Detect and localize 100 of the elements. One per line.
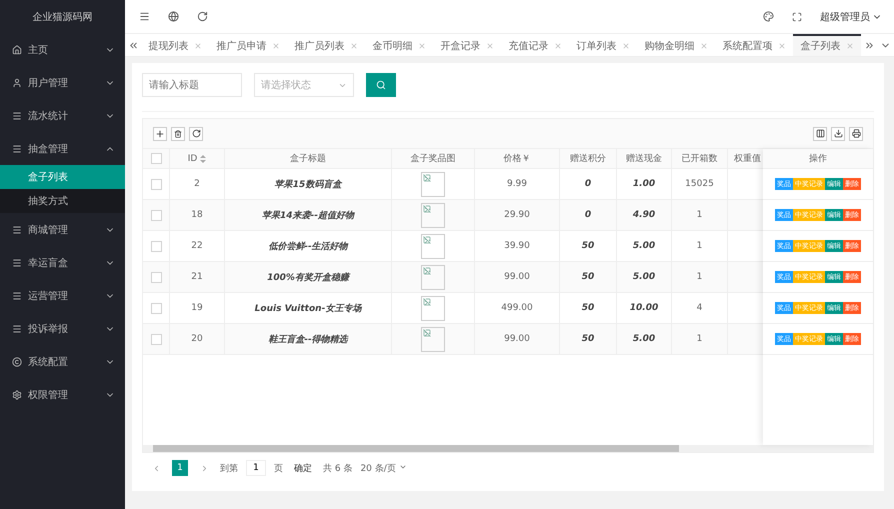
horizontal-scrollbar[interactable] [143,445,873,452]
close-icon[interactable] [622,42,630,50]
title-input-field[interactable]: 请输入标题 [142,73,242,97]
palette-icon[interactable] [763,11,774,22]
close-icon[interactable] [486,42,494,50]
close-icon[interactable] [700,42,708,50]
table-cell: 5.00 [617,262,672,292]
table-cell: 5.00 [617,231,672,261]
table-cell: 50 [560,231,617,261]
menu-icon [12,258,22,268]
table-cell: 9.99 [475,169,560,199]
plus-icon [155,128,165,138]
printer-icon [852,129,860,138]
total-count: 共 6 条 [323,462,352,474]
page-size-select[interactable]: 20 条/页 [360,462,407,474]
globe-icon[interactable] [168,11,179,22]
sidebar-subitem[interactable]: 抽奖方式 [0,189,125,213]
table-cell: 99.00 [475,324,560,354]
checkbox[interactable] [150,302,162,314]
table-cell: 1 [672,262,728,292]
sidebar-subitem[interactable]: 盒子列表 [0,165,125,189]
table-cell: 99.00 [475,262,560,292]
sidebar-item[interactable]: 权限管理 [0,378,125,411]
table-cell: 4 [672,293,728,323]
columns-button[interactable] [813,126,827,140]
column-header: 已开箱数 [672,149,728,168]
close-icon[interactable] [350,42,358,50]
fullscreen-icon[interactable] [792,12,802,22]
image-placeholder [421,172,445,196]
table-cell: 15025 [672,169,728,199]
table-cell: 22 [170,231,225,261]
menu-icon [12,110,22,120]
table-cell: 1 [672,231,728,261]
image-placeholder [421,234,445,258]
checkbox[interactable] [150,240,162,252]
menu-icon [12,224,22,234]
checkbox[interactable] [150,153,162,164]
close-icon[interactable] [194,42,202,50]
table-cell: 5.00 [617,324,672,354]
table-cell: 1 [672,324,728,354]
close-icon[interactable] [554,42,562,50]
close-icon[interactable] [778,42,786,50]
tab[interactable]: 盒子列表 [793,34,862,56]
refresh-button[interactable] [189,126,203,140]
table-cell: 1.00 [617,169,672,199]
table-cell: 4.90 [617,200,672,230]
table-cell: 50 [560,293,617,323]
home-icon [12,44,22,54]
table-cell: 0 [560,200,617,230]
table-cell: 0 [560,169,617,199]
table-cell: 18 [170,200,225,230]
checkbox[interactable] [150,334,162,344]
table-cell: 100%有奖开盒稳赚 [225,262,392,292]
confirm-button[interactable]: 确定 [291,460,315,476]
refresh-icon [192,129,200,138]
download-icon [834,129,842,138]
page-button[interactable]: 1 [172,460,188,476]
page-input-field[interactable]: 1 [246,460,266,476]
columns-icon [816,129,824,138]
menu-icon [12,324,22,334]
status-select[interactable]: 请选择状态 [254,73,354,97]
close-icon[interactable] [272,42,280,50]
sidebar-item[interactable]: 流水统计 [0,99,125,132]
image-placeholder [421,202,445,228]
checkbox[interactable] [150,178,162,190]
column-header: 价格￥ [475,149,560,168]
sidebar-item[interactable]: 系统配置 [0,345,125,378]
table-cell: 29.90 [475,200,560,230]
menu-icon[interactable] [139,11,150,22]
checkbox[interactable] [150,272,162,282]
refresh-icon[interactable] [197,11,208,22]
sort-icon[interactable] [200,154,206,162]
close-icon[interactable] [846,42,854,50]
user-menu[interactable]: 超级管理员 [820,10,882,24]
table-cell: 39.90 [475,231,560,261]
sidebar-item[interactable]: 商城管理 [0,213,125,246]
column-header: 盒子奖品图 [392,149,475,168]
export-button[interactable] [831,126,845,140]
table-cell: 50 [560,324,617,354]
sidebar-item[interactable]: 运营管理 [0,279,125,312]
column-header: 赠送现金 [617,149,672,168]
search-icon [376,80,386,90]
print-button[interactable] [849,126,863,140]
column-header[interactable]: ID [170,149,225,168]
table-cell: 1 [672,200,728,230]
sidebar-item[interactable]: 用户管理 [0,66,125,99]
delete-button[interactable] [171,126,185,140]
table-cell: 低价尝鲜--生活好物 [225,231,392,261]
column-header: 操作 [763,149,873,169]
table-cell: 21 [170,262,225,292]
checkbox[interactable] [150,210,162,220]
menu-icon [12,144,22,154]
sidebar-item[interactable]: 主页 [0,33,125,66]
sidebar-item[interactable]: 投诉举报 [0,312,125,345]
add-button[interactable] [153,126,167,140]
search-button[interactable] [366,73,396,97]
page-label: 页 [274,462,283,474]
sidebar-item[interactable]: 幸运盲盒 [0,246,125,279]
sidebar-item[interactable]: 抽盒管理 [0,132,125,165]
close-icon[interactable] [418,42,426,50]
